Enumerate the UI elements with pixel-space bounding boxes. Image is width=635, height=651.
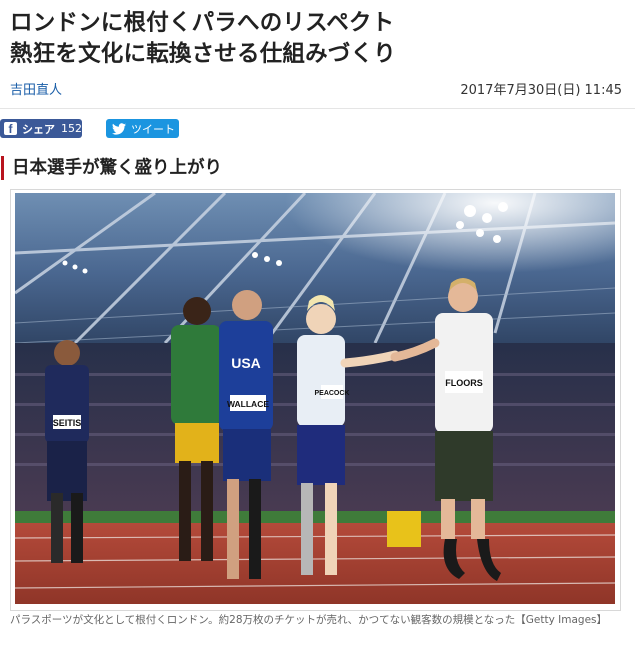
facebook-share-button[interactable]: f シェア 152 (0, 119, 82, 138)
headline-line-1: ロンドンに根付くパラへのリスペクト (10, 10, 395, 36)
facebook-share-count: 152 (61, 122, 82, 135)
headline-line-2: 熱狂を文化に転換させる仕組みづくり (10, 41, 396, 67)
article-headline: ロンドンに根付くパラへのリスペクト 熱狂を文化に転換させる仕組みづくり (10, 8, 625, 70)
byline: 吉田直人 2017年7月30日(日) 11:45 (10, 79, 625, 99)
section-heading: 日本選手が驚く盛り上がり (1, 156, 222, 180)
twitter-bird-icon (112, 122, 126, 135)
stadium-athletes-image: SEITIS USA WALLACE PEACOCK FLOORS (15, 193, 615, 604)
photo-caption: パラスポーツが文化として根付くロンドン。約28万枚のチケットが売れ、かつてない観… (10, 614, 608, 626)
facebook-share-label: シェア (22, 122, 55, 136)
twitter-tweet-label: ツイート (131, 122, 175, 136)
header-divider (0, 108, 635, 109)
facebook-icon: f (4, 122, 17, 135)
publish-date: 2017年7月30日(日) 11:45 (460, 83, 622, 98)
bib-usa: USA (231, 355, 261, 371)
article-photo: SEITIS USA WALLACE PEACOCK FLOORS (15, 193, 615, 604)
bib-floors: FLOORS (445, 378, 483, 388)
author-link[interactable]: 吉田直人 (10, 79, 62, 98)
bib-wallace: WALLACE (227, 399, 269, 409)
bib-seitis: SEITIS (53, 418, 82, 428)
twitter-tweet-button[interactable]: ツイート (106, 119, 179, 138)
bib-peacock: PEACOCK (314, 390, 349, 397)
